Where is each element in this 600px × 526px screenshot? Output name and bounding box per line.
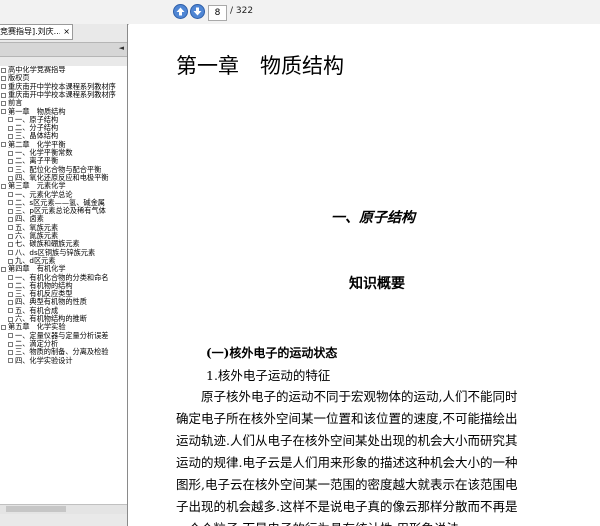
bookmark-node-icon[interactable] <box>8 316 13 322</box>
document-tab-label: 竞赛指导].刘庆... <box>0 27 60 36</box>
subsection-heading: (一)核外电子的运动状态 <box>206 346 338 360</box>
topic-heading: 1.核外电子运动的特征 <box>206 368 331 383</box>
document-tab[interactable]: 竞赛指导].刘庆... × <box>0 24 73 40</box>
bookmark-node-icon[interactable] <box>8 134 13 140</box>
overview-heading: 知识概要 <box>349 276 405 292</box>
horizontal-scrollbar[interactable] <box>0 504 127 514</box>
paragraph-line: 子出现的机会越多.这样不是说电子真的像云那样分散而不再是 <box>176 499 518 514</box>
paragraph-line: 原子核外电子的运动不同于宏观物体的运动,人们不能同时 <box>176 389 518 404</box>
bookmark-node-icon[interactable] <box>8 283 13 289</box>
paragraph-line: 运动轨迹.人们从电子在核外空间某处出现的机会大小而研究其 <box>176 433 518 448</box>
bookmark-node-icon[interactable] <box>8 158 13 164</box>
bookmark-node-icon[interactable] <box>1 109 6 115</box>
bookmark-node-icon[interactable] <box>8 167 13 173</box>
bookmark-node-icon[interactable] <box>8 225 13 231</box>
bookmark-node-icon[interactable] <box>8 217 13 223</box>
page-number-input[interactable] <box>208 5 227 21</box>
page-total-label: / 322 <box>230 6 254 16</box>
bookmark-node-icon[interactable] <box>8 125 13 131</box>
prev-page-button[interactable] <box>173 4 188 19</box>
bookmark-node-icon[interactable] <box>1 142 6 148</box>
section-title: 一、原子结构 <box>331 210 415 226</box>
toolbar: / 322 <box>0 0 600 25</box>
bookmark-node-icon[interactable] <box>1 84 6 90</box>
close-icon[interactable]: × <box>63 25 70 39</box>
bookmark-node-icon[interactable] <box>8 200 13 206</box>
bookmark-label: 四、化学实验设计 <box>15 355 73 365</box>
arrow-down-icon <box>193 7 202 16</box>
collapse-pane-icon[interactable]: ◄ <box>119 44 124 52</box>
next-page-button[interactable] <box>190 4 205 19</box>
bookmark-node-icon[interactable] <box>8 333 13 339</box>
bookmark-node-icon[interactable] <box>8 208 13 214</box>
bookmark-node-icon[interactable] <box>1 266 6 272</box>
bookmark-node-icon[interactable] <box>1 324 6 330</box>
paragraph-line: 运动的规律.电子云是人们用来形象的描述这种机会大小的一种 <box>176 455 518 470</box>
pane-header: ◄ <box>0 42 127 57</box>
bookmark-node-icon[interactable] <box>1 183 6 189</box>
bookmark-node-icon[interactable] <box>8 349 13 355</box>
paragraph-line: 一个个粒子,而是电子的行为具有统计性,用形象说法 <box>176 518 459 526</box>
bookmark-node-icon[interactable] <box>8 275 13 281</box>
bookmark-node-icon[interactable] <box>8 250 13 256</box>
bookmark-node-icon[interactable] <box>8 241 13 247</box>
bookmark-node-icon[interactable] <box>8 341 13 347</box>
bookmark-node-icon[interactable] <box>8 117 13 123</box>
bookmark-node-icon[interactable] <box>1 92 6 98</box>
bookmark-node-icon[interactable] <box>1 67 6 73</box>
chapter-title: 第一章 物质结构 <box>176 54 344 78</box>
paragraph-line: 确定电子所在核外空间某一位置和该位置的速度,不可能描绘出 <box>176 411 518 426</box>
bookmark-tree: 高中化学竞赛指导 版权页 重庆南开中学校本课程系列教材序 重庆南开中学校本课程系列教材… <box>0 66 127 504</box>
bookmark-label: 重庆南开中学校本课程系列教材序 <box>8 89 116 99</box>
bookmarks-pane: 竞赛指导].刘庆... × ◄ 高中化学竞赛指导 版权页 重庆南开中学校本课程系列教… <box>0 24 128 526</box>
bookmark-node-icon[interactable] <box>8 308 13 314</box>
bookmark-node-icon[interactable] <box>8 192 13 198</box>
bookmark-item[interactable]: 四、化学实验设计 <box>8 355 73 365</box>
paragraph-line: 图形,电子云在核外空间某一范围的密度越大就表示在该范围电 <box>176 477 518 492</box>
bookmark-node-icon[interactable] <box>8 175 13 181</box>
scrollbar-thumb[interactable] <box>6 506 66 512</box>
bookmark-node-icon[interactable] <box>8 291 13 297</box>
document-page: 第一章 物质结构 一、原子结构 知识概要 (一)核外电子的运动状态 1.核外电子… <box>129 24 600 526</box>
bookmark-node-icon[interactable] <box>8 150 13 156</box>
arrow-up-icon <box>176 7 185 16</box>
bookmark-node-icon[interactable] <box>8 233 13 239</box>
bookmark-node-icon[interactable] <box>8 358 13 364</box>
bookmark-node-icon[interactable] <box>8 300 13 306</box>
bookmark-node-icon[interactable] <box>1 75 6 81</box>
bookmark-node-icon[interactable] <box>8 258 13 264</box>
bookmark-node-icon[interactable] <box>1 100 6 106</box>
